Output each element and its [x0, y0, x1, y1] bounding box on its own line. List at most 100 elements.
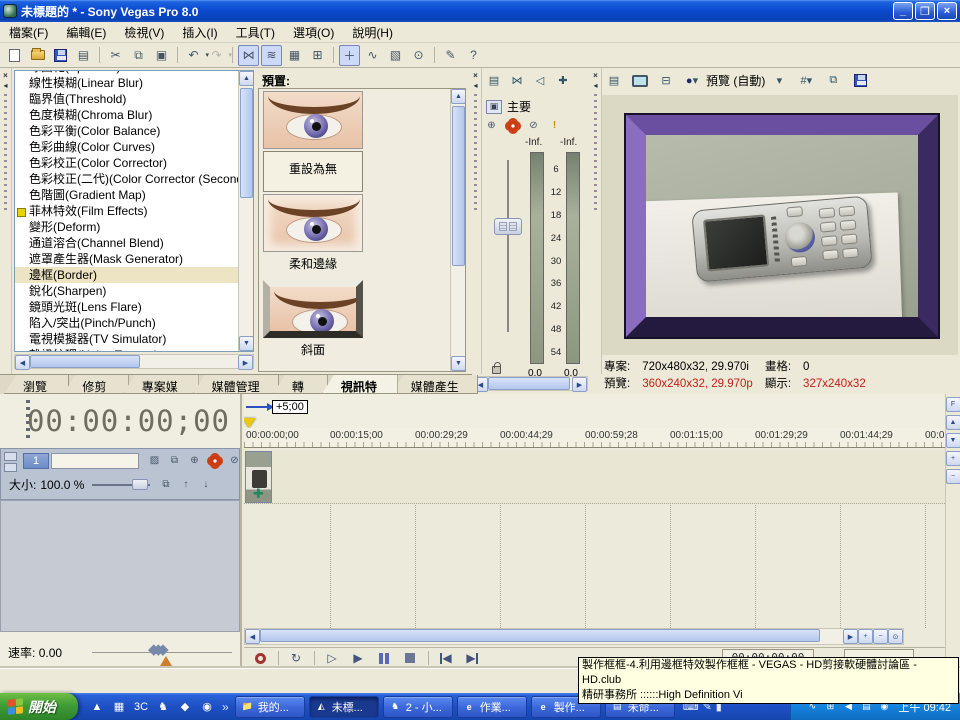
- menu-item[interactable]: 工具(T): [227, 21, 284, 44]
- scrollbar-thumb[interactable]: [30, 355, 140, 368]
- scroll-up-icon[interactable]: ▲: [451, 89, 466, 104]
- video-event[interactable]: ✚: [245, 451, 272, 503]
- timeline-marker-icon[interactable]: [244, 418, 256, 428]
- track-icon[interactable]: ↓: [198, 477, 213, 492]
- scrollbar-thumb[interactable]: [488, 377, 570, 390]
- video-fx-item[interactable]: 色階圖(Gradient Map): [15, 187, 238, 203]
- toolbar-icon[interactable]: [4, 45, 25, 66]
- toolbar-icon[interactable]: ⋈: [238, 45, 259, 66]
- preview-toolbar-icon[interactable]: ▤: [604, 71, 624, 90]
- transport-button[interactable]: [424, 650, 432, 667]
- quicklaunch-icon[interactable]: ▲: [88, 698, 106, 716]
- video-fx-item[interactable]: 雜訊紋理(Noise Texture): [15, 347, 238, 351]
- toolbar-icon[interactable]: ▣: [151, 45, 172, 66]
- timeline-zoom-icon[interactable]: +: [858, 629, 873, 644]
- video-fx-item[interactable]: 色彩曲線(Color Curves): [15, 139, 238, 155]
- transport-button[interactable]: [274, 650, 282, 667]
- preset-item[interactable]: 柔和邊緣: [263, 194, 371, 278]
- preview-toolbar-icon[interactable]: #▾: [796, 71, 816, 90]
- video-track-lane[interactable]: ✚: [244, 450, 945, 504]
- menu-item[interactable]: 檢視(V): [115, 21, 173, 44]
- preview-toolbar-icon[interactable]: ⊟: [656, 71, 676, 90]
- right-control-icon[interactable]: ▲: [946, 415, 960, 430]
- toolbar-icon[interactable]: ∿: [362, 45, 383, 66]
- pin-icon[interactable]: ◂: [471, 80, 481, 90]
- taskbar-window-button[interactable]: e 作業...: [457, 696, 527, 718]
- toolbar-icon[interactable]: [330, 45, 337, 66]
- quicklaunch-icon[interactable]: ◉: [198, 698, 216, 716]
- pin-icon[interactable]: ◂: [1, 80, 11, 90]
- time-ruler[interactable]: 00:00:00;0000:00:15;0000:00:29;2900:00:4…: [244, 428, 945, 448]
- menu-item[interactable]: 編輯(E): [57, 21, 115, 44]
- mixer-panel-grip[interactable]: × ◂: [470, 68, 482, 374]
- dock-tab[interactable]: 瀏覽器: [4, 375, 69, 394]
- scrollbar-thumb[interactable]: [260, 629, 820, 642]
- master-fader-handle[interactable]: [494, 218, 522, 235]
- toolbar-icon[interactable]: [431, 45, 438, 66]
- bus-icon[interactable]: ⊕: [484, 118, 499, 133]
- timeline-horizontal-scrollbar[interactable]: ◀ ▶+−⊙: [244, 628, 904, 645]
- video-fx-item[interactable]: 臨界值(Threshold): [15, 91, 238, 107]
- video-fx-item[interactable]: 色彩平衡(Color Balance): [15, 123, 238, 139]
- marker-bar[interactable]: +5;00: [244, 394, 945, 428]
- preset-item[interactable]: 斜面: [263, 280, 371, 364]
- taskbar-window-button[interactable]: ♞ 2 - 小...: [383, 696, 453, 718]
- scroll-down-icon[interactable]: ▼: [239, 336, 254, 351]
- transport-button[interactable]: ▷: [320, 650, 344, 667]
- window-control-button[interactable]: _: [893, 2, 913, 20]
- toolbar-icon[interactable]: ＋: [339, 45, 360, 66]
- video-fx-item[interactable]: 遮罩產生器(Mask Generator): [15, 251, 238, 267]
- toolbar-icon[interactable]: ⊞: [307, 45, 328, 66]
- video-fx-item[interactable]: 色彩校正(二代)(Color Corrector (Seconda: [15, 171, 238, 187]
- video-fx-item[interactable]: 通道溶合(Channel Blend): [15, 235, 238, 251]
- toolbar-icon[interactable]: ▧: [385, 45, 406, 66]
- video-fx-item[interactable]: 鏡頭光斑(Lens Flare): [15, 299, 238, 315]
- toolbar-icon[interactable]: ↷ ▾: [206, 45, 227, 66]
- track-icon[interactable]: ⊘: [227, 453, 242, 468]
- effects-horizontal-scrollbar[interactable]: ◀ ▶: [14, 354, 254, 369]
- toolbar-icon[interactable]: ✎: [440, 45, 461, 66]
- timeline-zoom-icon[interactable]: ▶: [843, 629, 858, 644]
- preset-item[interactable]: 重設為無: [263, 91, 371, 192]
- menu-item[interactable]: 說明(H): [343, 21, 402, 44]
- video-fx-item[interactable]: 電視模擬器(TV Simulator): [15, 331, 238, 347]
- track-size-slider[interactable]: [92, 484, 150, 486]
- scroll-right-icon[interactable]: ▶: [572, 377, 587, 392]
- dock-tab[interactable]: 媒體產生器: [392, 375, 478, 394]
- pin-icon[interactable]: ◂: [591, 80, 601, 90]
- video-fx-item[interactable]: 邊框(Border): [15, 267, 238, 283]
- toolbar-icon[interactable]: [27, 45, 48, 66]
- menu-item[interactable]: 插入(I): [173, 21, 226, 44]
- dock-tab[interactable]: 修剪器: [63, 375, 128, 394]
- bus-icon[interactable]: [505, 118, 520, 133]
- chevron-expand-icon[interactable]: »: [222, 700, 229, 714]
- transport-button[interactable]: [372, 650, 396, 667]
- close-icon[interactable]: ×: [471, 70, 481, 80]
- right-control-icon[interactable]: ▼: [946, 433, 960, 448]
- quicklaunch-icon[interactable]: ♞: [154, 698, 172, 716]
- bus-icon[interactable]: ⊘: [526, 118, 541, 133]
- toolbar-icon[interactable]: ⊙: [408, 45, 429, 66]
- track-minmax-buttons[interactable]: [4, 452, 17, 472]
- quicklaunch-icon[interactable]: 3C: [132, 698, 150, 716]
- bus-icon[interactable]: !: [547, 118, 562, 133]
- dock-tab[interactable]: 轉場: [273, 375, 328, 394]
- quicklaunch-icon[interactable]: ▦: [110, 698, 128, 716]
- toolbar-icon[interactable]: [50, 45, 71, 66]
- track-icon[interactable]: ▨: [147, 453, 162, 468]
- dock-tab[interactable]: 專案媒體: [123, 375, 199, 394]
- scroll-left-icon[interactable]: ◀: [245, 629, 260, 644]
- video-fx-item[interactable]: 菲林特效(Film Effects): [15, 203, 238, 219]
- taskbar-window-button[interactable]: 📁 我的...: [235, 696, 305, 718]
- start-button[interactable]: 開始: [0, 693, 78, 720]
- effects-vertical-scrollbar[interactable]: ▲ ▼: [238, 71, 253, 351]
- toolbar-icon[interactable]: ⧉: [128, 45, 149, 66]
- track-icon[interactable]: ⊕: [187, 453, 202, 468]
- track-icon[interactable]: [207, 453, 222, 468]
- close-icon[interactable]: ×: [1, 70, 11, 80]
- track-name-field[interactable]: [51, 453, 139, 469]
- transport-button[interactable]: ▶: [346, 650, 370, 667]
- toolbar-icon[interactable]: ✂: [105, 45, 126, 66]
- menu-item[interactable]: 選項(O): [284, 21, 343, 44]
- transport-button[interactable]: [398, 650, 422, 667]
